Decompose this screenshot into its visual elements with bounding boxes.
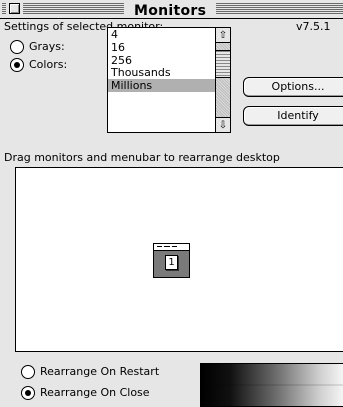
scroll-thumb[interactable] — [216, 50, 230, 78]
window-title: Monitors — [124, 0, 217, 19]
down-arrow-icon[interactable]: ⇩ — [216, 117, 230, 132]
arrange-instruction: Drag monitors and menubar to rearrange d… — [4, 151, 280, 164]
monitor-number: 1 — [165, 255, 178, 270]
close-box-icon[interactable] — [9, 3, 20, 14]
rearrange-on-restart-label[interactable]: Rearrange On Restart — [40, 365, 159, 378]
title-bar[interactable]: Monitors — [0, 0, 343, 19]
list-item[interactable]: 16 — [108, 41, 216, 54]
list-item[interactable]: 256 — [108, 54, 216, 67]
version-label: v7.5.1 — [296, 20, 331, 33]
gray-ramp-sample — [200, 363, 343, 407]
identify-button[interactable]: Identify — [243, 106, 343, 126]
desktop-arrangement-area[interactable]: 1 — [15, 167, 343, 352]
monitor-icon[interactable]: 1 — [153, 243, 190, 278]
grays-label[interactable]: Grays: — [29, 40, 65, 53]
color-depth-items: 4 16 256 Thousands Millions — [108, 28, 216, 92]
rearrange-on-close-radio[interactable] — [21, 386, 35, 400]
colors-label[interactable]: Colors: — [29, 58, 67, 71]
list-item[interactable]: 4 — [108, 28, 216, 41]
rearrange-on-restart-radio[interactable] — [21, 365, 35, 379]
monitors-window: Monitors Settings of selected monitor: v… — [0, 0, 343, 407]
up-arrow-icon[interactable]: ⇧ — [216, 28, 230, 43]
colors-radio[interactable] — [10, 58, 24, 72]
color-depth-list[interactable]: 4 16 256 Thousands Millions ⇧ ⇩ — [107, 27, 231, 133]
rearrange-on-close-label[interactable]: Rearrange On Close — [40, 386, 150, 399]
options-button[interactable]: Options... — [243, 77, 343, 97]
list-item-selected[interactable]: Millions — [108, 79, 216, 92]
list-scrollbar[interactable]: ⇧ ⇩ — [215, 28, 230, 132]
menubar-icon[interactable] — [154, 244, 189, 251]
window-title-text: Monitors — [134, 3, 207, 19]
list-item[interactable]: Thousands — [108, 66, 216, 79]
window-content: Settings of selected monitor: v7.5.1 Gra… — [0, 19, 343, 407]
grays-radio[interactable] — [10, 40, 24, 54]
